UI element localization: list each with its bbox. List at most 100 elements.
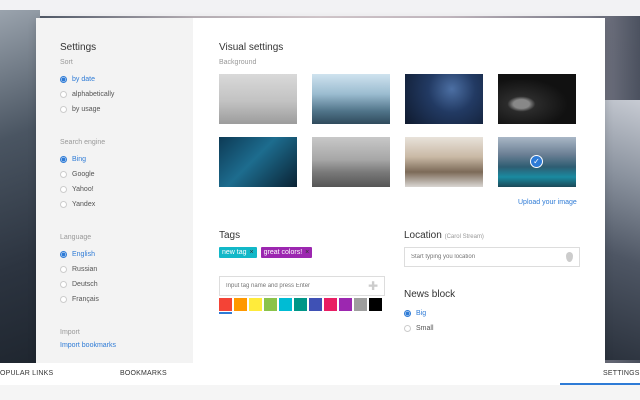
location-current-city: (Carol Stream) — [444, 234, 484, 240]
news-option-big[interactable]: Big — [404, 306, 580, 321]
background-thumb-rocky-peaks[interactable] — [405, 137, 483, 187]
bottom-navigation: OPULAR LINKS BOOKMARKS SETTINGS — [0, 363, 640, 385]
background-thumb-grass[interactable] — [219, 74, 297, 124]
option-label: Bing — [72, 156, 87, 163]
wallpaper-mountain-right — [600, 100, 640, 360]
color-swatch[interactable] — [234, 298, 247, 311]
location-section: Location (Carol Stream) News block Big S… — [404, 230, 580, 336]
engine-option-google[interactable]: Google — [60, 167, 193, 182]
plus-icon[interactable]: ✚ — [368, 279, 378, 293]
radio-selected-icon[interactable] — [60, 156, 67, 163]
nav-settings[interactable]: SETTINGS — [603, 370, 640, 377]
color-swatch[interactable] — [294, 298, 307, 311]
language-group: Language English Russian Deutsch Françai… — [60, 234, 193, 307]
option-label: Small — [416, 325, 434, 332]
language-option-english[interactable]: English — [60, 247, 193, 262]
language-option-deutsch[interactable]: Deutsch — [60, 277, 193, 292]
background-thumb-tunnel[interactable] — [498, 74, 576, 124]
bottom-strip — [0, 385, 640, 400]
radio-icon[interactable] — [60, 91, 67, 98]
radio-icon[interactable] — [60, 186, 67, 193]
radio-icon[interactable] — [60, 171, 67, 178]
radio-icon[interactable] — [60, 201, 67, 208]
wallpaper-mountain-left — [0, 10, 40, 370]
location-pin-icon — [566, 252, 573, 262]
location-input-box[interactable] — [404, 247, 580, 267]
color-swatch[interactable] — [309, 298, 322, 311]
option-label: by usage — [72, 106, 101, 113]
color-swatch[interactable] — [354, 298, 367, 311]
option-label: Yahoo! — [72, 186, 94, 193]
selected-check-icon: ✓ — [530, 155, 543, 168]
color-swatch[interactable] — [264, 298, 277, 311]
sort-option-alphabetically[interactable]: alphabetically — [60, 87, 193, 102]
option-label: Yandex — [72, 201, 96, 208]
close-icon[interactable]: × — [250, 249, 254, 256]
color-swatch[interactable] — [339, 298, 352, 311]
sort-option-by-date[interactable]: by date — [60, 72, 193, 87]
tag-name-input[interactable] — [226, 283, 356, 289]
background-thumb-blue-architecture[interactable] — [219, 137, 297, 187]
background-grid: ✓ — [219, 74, 576, 187]
search-engine-group: Search engine Bing Google Yahoo! Yandex — [60, 139, 193, 212]
engine-option-yahoo[interactable]: Yahoo! — [60, 182, 193, 197]
close-icon[interactable]: × — [305, 249, 309, 256]
radio-icon[interactable] — [60, 281, 67, 288]
background-thumb-night-sky[interactable] — [405, 74, 483, 124]
color-palette — [219, 298, 385, 314]
option-label: Russian — [72, 266, 98, 273]
option-label: alphabetically — [72, 91, 115, 98]
background-thumb-bridge-fog[interactable] — [312, 137, 390, 187]
import-bookmarks-link[interactable]: Import bookmarks — [60, 342, 193, 349]
nav-bookmarks[interactable]: BOOKMARKS — [120, 370, 167, 377]
tag-chip[interactable]: great colors! × — [260, 247, 313, 258]
color-swatch[interactable] — [219, 298, 232, 311]
engine-option-yandex[interactable]: Yandex — [60, 197, 193, 212]
sidebar-title: Settings — [60, 42, 97, 53]
engine-option-bing[interactable]: Bing — [60, 152, 193, 167]
settings-sidebar: Settings Sort by date alphabetically by … — [36, 18, 193, 363]
color-swatch[interactable] — [324, 298, 337, 311]
sort-label: Sort — [60, 59, 73, 66]
radio-selected-icon[interactable] — [60, 76, 67, 83]
radio-icon[interactable] — [60, 106, 67, 113]
tag-input-box[interactable]: ✚ — [219, 276, 385, 296]
background-label: Background — [219, 59, 257, 66]
visual-settings-title: Visual settings — [219, 42, 284, 53]
news-block-title: News block — [404, 289, 456, 300]
sort-group: Sort by date alphabetically by usage — [60, 59, 193, 117]
tag-list: new tag × great colors! × — [219, 247, 385, 258]
news-option-small[interactable]: Small — [404, 321, 580, 336]
tag-chip[interactable]: new tag × — [219, 247, 257, 258]
upload-image-link[interactable]: Upload your image — [518, 199, 577, 206]
language-option-russian[interactable]: Russian — [60, 262, 193, 277]
selected-color-indicator — [219, 312, 232, 314]
location-input[interactable] — [411, 254, 551, 260]
option-label: Deutsch — [72, 281, 98, 288]
tag-label: great colors! — [263, 249, 303, 256]
background-thumb-foggy-forest[interactable] — [312, 74, 390, 124]
radio-icon[interactable] — [60, 266, 67, 273]
option-label: English — [72, 251, 95, 258]
import-group: Import Import bookmarks — [60, 329, 193, 349]
language-option-francais[interactable]: Français — [60, 292, 193, 307]
radio-icon[interactable] — [60, 296, 67, 303]
settings-panel: Settings Sort by date alphabetically by … — [36, 18, 605, 363]
nav-popular-links[interactable]: OPULAR LINKS — [0, 370, 53, 377]
location-title: Location (Carol Stream) — [404, 230, 580, 241]
radio-selected-icon[interactable] — [60, 251, 67, 258]
option-label: by date — [72, 76, 95, 83]
import-label: Import — [60, 329, 80, 336]
sort-option-by-usage[interactable]: by usage — [60, 102, 193, 117]
tags-section: Tags new tag× great colors!× ✚ — [219, 230, 385, 314]
radio-selected-icon[interactable] — [404, 310, 411, 317]
top-strip — [0, 0, 640, 16]
background-thumb-mountain-lake[interactable]: ✓ — [498, 137, 576, 187]
option-label: Big — [416, 310, 427, 317]
language-label: Language — [60, 234, 92, 241]
radio-icon[interactable] — [404, 325, 411, 332]
tag-label: new tag — [222, 249, 247, 256]
color-swatch[interactable] — [369, 298, 382, 311]
color-swatch[interactable] — [279, 298, 292, 311]
color-swatch[interactable] — [249, 298, 262, 311]
